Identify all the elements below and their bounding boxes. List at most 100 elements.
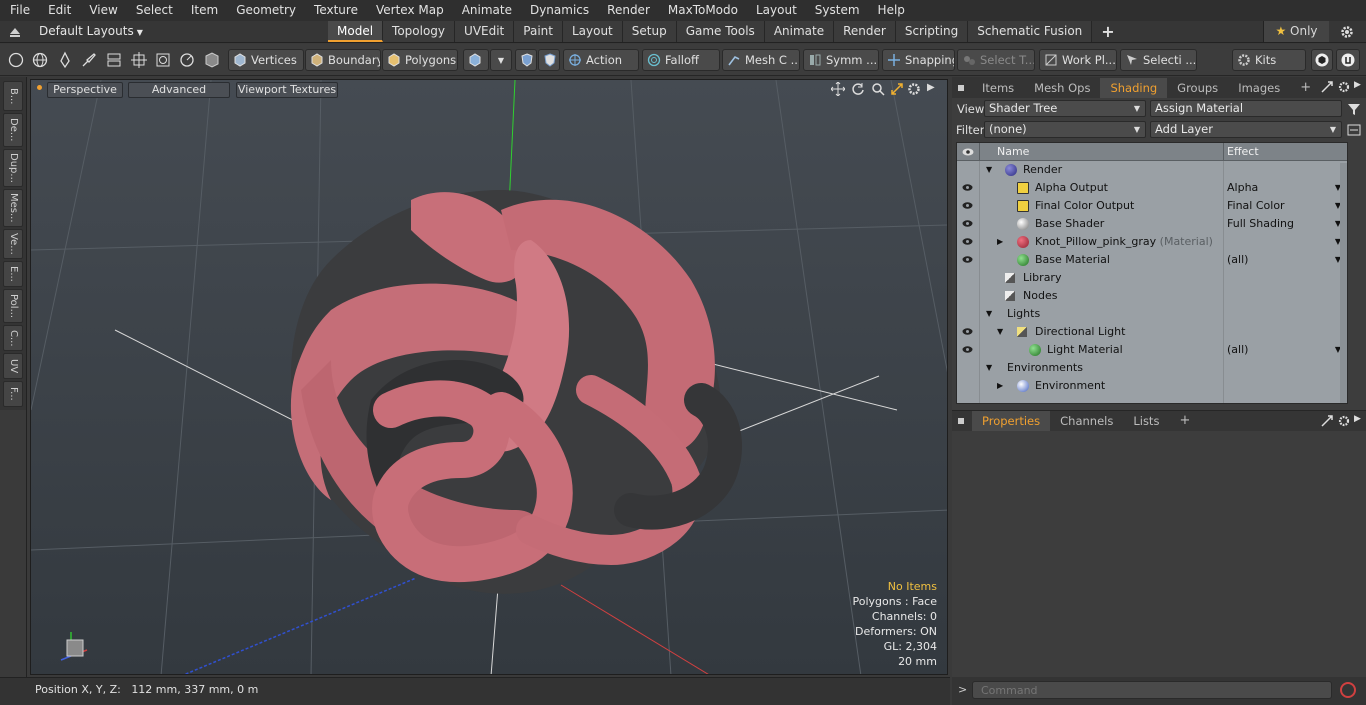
visibility-eye-icon[interactable] (962, 184, 973, 191)
tab-lists[interactable]: Lists (1123, 411, 1169, 431)
tab-setup[interactable]: Setup (622, 21, 677, 42)
material-mode-button[interactable] (463, 49, 489, 71)
tab-animate[interactable]: Animate (764, 21, 835, 42)
gear-icon[interactable] (1340, 25, 1354, 39)
view-dropdown[interactable]: Shader Tree ▼ (984, 100, 1146, 117)
menu-dynamics[interactable]: Dynamics (520, 0, 597, 21)
brush-icon[interactable] (80, 51, 98, 69)
tree-row-library[interactable]: Library (957, 269, 1347, 287)
collapse-arrow-icon[interactable]: ▼ (986, 305, 992, 323)
rotate-view-icon[interactable] (851, 82, 865, 96)
visibility-eye-icon[interactable] (962, 202, 973, 209)
menu-texture[interactable]: Texture (304, 0, 366, 21)
tab-polygon[interactable]: Pol... (3, 289, 23, 323)
expand-icon[interactable] (1321, 81, 1333, 93)
vertices-button[interactable]: Vertices (228, 49, 304, 71)
add-tab-button[interactable]: + (1092, 21, 1123, 42)
tab-uvedit[interactable]: UVEdit (455, 21, 515, 42)
tab-channels[interactable]: Channels (1050, 411, 1123, 431)
menu-animate[interactable]: Animate (452, 0, 520, 21)
falloff-button[interactable]: Falloff (642, 49, 720, 71)
visibility-eye-icon[interactable] (962, 256, 973, 263)
tab-model[interactable]: Model (328, 21, 384, 42)
visibility-eye-icon[interactable] (962, 238, 973, 245)
tab-mesh-ops[interactable]: Mesh Ops (1024, 78, 1100, 98)
frame-icon[interactable] (154, 51, 172, 69)
menu-file[interactable]: File (0, 0, 38, 21)
add-panel-tab-button[interactable]: + (1290, 78, 1321, 98)
tree-row-knot-material[interactable]: ▶ Knot_Pillow_pink_gray (Material) ▼ (957, 233, 1347, 251)
menu-edit[interactable]: Edit (38, 0, 79, 21)
effect-dropdown[interactable]: (all) ▼ (1227, 341, 1347, 359)
menu-system[interactable]: System (805, 0, 868, 21)
move-view-icon[interactable] (831, 82, 845, 96)
boundary-button[interactable]: Boundary (305, 49, 381, 71)
menu-view[interactable]: View (79, 0, 125, 21)
tab-paint[interactable]: Paint (514, 21, 563, 42)
tab-deform[interactable]: De... (3, 113, 23, 147)
effect-dropdown[interactable]: Final Color ▼ (1227, 197, 1347, 215)
tree-row-environment[interactable]: ▶ Environment (957, 377, 1347, 395)
maximize-view-icon[interactable] (890, 82, 904, 96)
collapse-icon[interactable] (9, 26, 21, 38)
tab-properties[interactable]: Properties (972, 411, 1051, 431)
tab-layout[interactable]: Layout (562, 21, 623, 42)
tree-row-base-shader[interactable]: Base Shader Full Shading ▼ (957, 215, 1347, 233)
tree-row-light-material[interactable]: Light Material (all) ▼ (957, 341, 1347, 359)
column-name-header[interactable]: Name (997, 143, 1029, 160)
tab-topology[interactable]: Topology (383, 21, 456, 42)
panel-gear-icon[interactable] (1338, 415, 1350, 427)
list-options-icon[interactable] (1347, 123, 1361, 137)
tab-game-tools[interactable]: Game Tools (676, 21, 765, 42)
knot-pillow-model[interactable] (290, 190, 742, 594)
visibility-eye-icon[interactable] (962, 346, 973, 353)
tree-row-nodes[interactable]: Nodes (957, 287, 1347, 305)
tree-row-lights[interactable]: ▼ Lights (957, 305, 1347, 323)
record-macro-icon[interactable] (1340, 682, 1356, 698)
symmetry-button[interactable]: Symm ... (803, 49, 879, 71)
tree-scrollbar[interactable] (1340, 163, 1347, 403)
action-center-button[interactable]: Action (563, 49, 639, 71)
tab-items[interactable]: Items (972, 78, 1024, 98)
snapping-button[interactable]: Snapping (882, 49, 955, 71)
tab-edge[interactable]: E... (3, 261, 23, 287)
effect-dropdown[interactable]: Full Shading ▼ (1227, 215, 1347, 233)
globe-icon[interactable] (31, 52, 49, 68)
menu-help[interactable]: Help (868, 0, 913, 21)
tree-row-directional-light[interactable]: ▼ Directional Light (957, 323, 1347, 341)
tree-row-render[interactable]: ▼ Render (957, 161, 1347, 179)
work-plane-button[interactable]: Work Pl... (1039, 49, 1117, 71)
action-center-shield-button[interactable] (538, 49, 560, 71)
menu-layout[interactable]: Layout (746, 0, 805, 21)
filter-funnel-icon[interactable] (1347, 102, 1361, 116)
command-input[interactable] (972, 681, 1332, 699)
advanced-shading-button[interactable]: Advanced (128, 82, 230, 98)
polygons-button[interactable]: Polygons (382, 49, 458, 71)
expand-arrow-icon[interactable]: ▶ (997, 377, 1003, 395)
effect-dropdown[interactable]: Alpha ▼ (1227, 179, 1347, 197)
zoom-view-icon[interactable] (871, 82, 885, 96)
only-toggle[interactable]: ★ Only (1263, 21, 1329, 42)
visibility-eye-icon[interactable] (962, 328, 973, 335)
menu-maxtomodo[interactable]: MaxToModo (658, 0, 746, 21)
expand-icon[interactable] (1321, 415, 1333, 427)
tab-duplicate[interactable]: Dup... (3, 149, 23, 187)
transform-icon[interactable] (130, 51, 148, 69)
circle-select-icon[interactable] (7, 52, 25, 68)
visibility-eye-icon[interactable] (962, 220, 973, 227)
collapse-arrow-icon[interactable]: ▼ (986, 359, 992, 377)
select-through-button[interactable]: Select T... (957, 49, 1035, 71)
kits-button[interactable]: Kits (1232, 49, 1306, 71)
tab-schematic-fusion[interactable]: Schematic Fusion (968, 21, 1093, 42)
tree-row-final-color-output[interactable]: Final Color Output Final Color ▼ (957, 197, 1347, 215)
tab-fusion[interactable]: F... (3, 381, 23, 407)
mode-dropdown-button[interactable]: ▼ (490, 49, 512, 71)
menu-select[interactable]: Select (126, 0, 181, 21)
menu-item[interactable]: Item (181, 0, 226, 21)
align-icon[interactable] (105, 51, 123, 69)
tab-scripting[interactable]: Scripting (895, 21, 969, 42)
panel-gear-icon[interactable] (1338, 81, 1350, 93)
mesh-constraint-button[interactable]: Mesh C ... (722, 49, 800, 71)
tree-row-environments[interactable]: ▼ Environments (957, 359, 1347, 377)
tab-vertex[interactable]: Ve... (3, 229, 23, 259)
